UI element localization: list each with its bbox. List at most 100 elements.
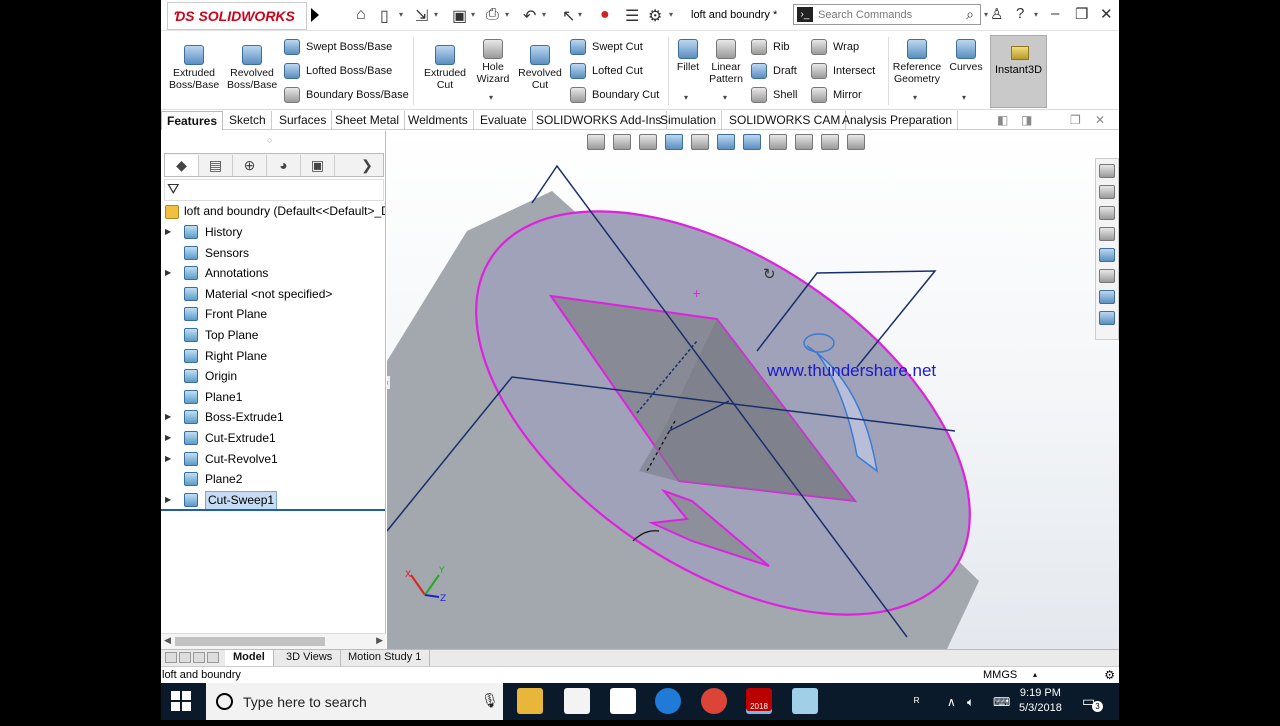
tile-window-icon[interactable]: ◧	[997, 113, 1008, 127]
tree-item-boss-extrude1[interactable]: ▶ Boss-Extrude1	[161, 407, 385, 427]
mail-app-icon[interactable]	[610, 688, 636, 714]
tree-item-top-plane[interactable]: Top Plane	[161, 325, 385, 345]
menu-expand-arrow-icon[interactable]	[311, 8, 319, 22]
tree-item-history[interactable]: ▶ History	[161, 222, 385, 242]
panel-grip-icon[interactable]: ○	[267, 135, 272, 145]
instant3d-button[interactable]: Instant3D	[990, 35, 1047, 108]
tab-solidworks-add-ins[interactable]: SOLIDWORKS Add-Ins	[531, 111, 668, 130]
custom-properties-icon[interactable]	[1099, 269, 1115, 283]
gemstone-app-icon[interactable]	[792, 688, 818, 714]
keyboard-icon[interactable]: ⌨	[993, 695, 1010, 709]
unit-system[interactable]: MMGS	[983, 669, 1017, 681]
select-icon[interactable]: ↖	[562, 6, 575, 26]
scroll-left-icon[interactable]: ◀	[164, 635, 171, 646]
revolved-cut-button[interactable]: Revolved Cut	[516, 45, 564, 91]
fillet-dropdown-icon[interactable]: ▾	[684, 93, 688, 102]
tree-item-cut-revolve1[interactable]: ▶ Cut-Revolve1	[161, 449, 385, 469]
expand-arrow-icon[interactable]: ▶	[165, 222, 171, 242]
last-tab-icon[interactable]	[207, 652, 219, 663]
boundary-cut-button[interactable]: Boundary Cut	[570, 87, 659, 103]
lofted-boss-button[interactable]: Lofted Boss/Base	[284, 63, 392, 79]
model-canvas[interactable]: + ↻ X Y Z	[387, 131, 1119, 649]
save-icon[interactable]: ▣	[452, 6, 467, 26]
scroll-right-icon[interactable]: ▶	[376, 635, 383, 646]
print-icon[interactable]: ⎙	[486, 6, 499, 24]
tree-item-plane1[interactable]: Plane1	[161, 387, 385, 407]
tree-item-front-plane[interactable]: Front Plane	[161, 304, 385, 324]
wrap-button[interactable]: Wrap	[811, 39, 859, 55]
close-icon[interactable]: ✕	[1100, 5, 1113, 23]
windows-start-icon[interactable]	[171, 691, 191, 711]
doc-close-icon[interactable]: ✕	[1095, 113, 1105, 127]
unit-system-dropdown-icon[interactable]: ▴	[1033, 670, 1037, 679]
edge-app-icon[interactable]	[655, 688, 681, 714]
tree-item-right-plane[interactable]: Right Plane	[161, 346, 385, 366]
graphics-area[interactable]: + ↻ X Y Z www.thundershare.net ‹	[387, 131, 1119, 649]
tab-3d-views[interactable]: 3D Views	[278, 650, 342, 666]
open-icon[interactable]: ⇲	[415, 6, 428, 26]
doc-restore-icon[interactable]: ❐	[1070, 113, 1081, 127]
options-gear-icon[interactable]: ⚙	[648, 6, 662, 26]
curves-dropdown-icon[interactable]: ▾	[962, 93, 966, 102]
configuration-manager-tab-icon[interactable]: ⊕	[233, 155, 267, 176]
home-icon[interactable]: ⌂	[356, 6, 366, 24]
tree-item-annotations[interactable]: ▶ Annotations	[161, 263, 385, 283]
draft-button[interactable]: Draft	[751, 63, 797, 79]
show-hidden-icons-icon[interactable]: ∧	[947, 695, 956, 709]
tree-item-cut-extrude1[interactable]: ▶ Cut-Extrude1	[161, 428, 385, 448]
minimize-icon[interactable]: –	[1051, 5, 1059, 22]
rebuild-icon[interactable]: ●	[600, 6, 610, 24]
tab-sheet-metal[interactable]: Sheet Metal	[330, 111, 406, 130]
tab-motion-study-1[interactable]: Motion Study 1	[340, 650, 431, 666]
fillet-button[interactable]: Fillet	[673, 39, 703, 73]
undo-dropdown-icon[interactable]: ▾	[542, 10, 546, 19]
lofted-cut-button[interactable]: Lofted Cut	[570, 63, 643, 79]
taskbar-clock[interactable]: 9:19 PM 5/3/2018	[1019, 686, 1062, 716]
chrome-app-icon[interactable]	[701, 688, 727, 714]
search-dropdown-icon[interactable]: ▾	[984, 10, 988, 19]
reference-geometry-button[interactable]: Reference Geometry	[891, 39, 943, 85]
extruded-cut-button[interactable]: Extruded Cut	[420, 45, 470, 91]
new-dropdown-icon[interactable]: ▾	[399, 10, 403, 19]
tab-solidworks-cam[interactable]: SOLIDWORKS CAM	[724, 111, 847, 130]
more-tabs-icon[interactable]: ❯	[351, 155, 383, 176]
tab-surfaces[interactable]: Surfaces	[274, 111, 333, 130]
tab-analysis-preparation[interactable]: Analysis Preparation	[837, 111, 959, 130]
prev-tab-icon[interactable]	[179, 652, 191, 663]
tab-simulation[interactable]: Simulation	[655, 111, 723, 130]
tree-horizontal-scrollbar[interactable]: ◀ ▶	[161, 633, 386, 649]
options-dropdown-icon[interactable]: ▾	[669, 10, 673, 19]
solidworks-app-icon[interactable]: 2018	[746, 688, 772, 714]
mirror-button[interactable]: Mirror	[811, 87, 862, 103]
filter-icon[interactable]: ⛛	[167, 181, 180, 198]
rollback-bar[interactable]	[161, 509, 385, 511]
file-explorer-icon[interactable]	[1099, 206, 1115, 220]
community-icon[interactable]	[1099, 311, 1115, 325]
intersect-button[interactable]: Intersect	[811, 63, 875, 79]
extruded-boss-button[interactable]: Extruded Boss/Base	[169, 45, 219, 91]
tree-filter[interactable]: ⛛	[164, 179, 384, 201]
reference-geometry-dropdown-icon[interactable]: ▾	[913, 93, 917, 102]
save-dropdown-icon[interactable]: ▾	[471, 10, 475, 19]
taskbar-search-box[interactable]: Type here to search 🎙︎	[206, 683, 503, 720]
expand-arrow-icon[interactable]: ▶	[165, 449, 171, 469]
tab-weldments[interactable]: Weldments	[403, 111, 474, 130]
hole-wizard-button[interactable]: Hole Wizard	[469, 39, 517, 85]
tree-item-plane2[interactable]: Plane2	[161, 469, 385, 489]
property-manager-tab-icon[interactable]: ▤	[199, 155, 233, 176]
microphone-icon[interactable]: 🎙︎	[481, 692, 499, 709]
shell-button[interactable]: Shell	[751, 87, 797, 103]
tree-item-material-not-specified[interactable]: Material <not specified>	[161, 284, 385, 304]
customize-status-icon[interactable]: ⚙	[1104, 668, 1115, 682]
expand-arrow-icon[interactable]: ▶	[165, 407, 171, 427]
tree-root-part[interactable]: loft and boundry (Default<<Default>_Di	[165, 204, 385, 219]
print-dropdown-icon[interactable]: ▾	[505, 10, 509, 19]
hole-wizard-dropdown-icon[interactable]: ▾	[489, 93, 493, 102]
tree-item-cut-sweep1[interactable]: ▶ Cut-Sweep1	[161, 490, 385, 510]
restore-icon[interactable]: ❐	[1075, 5, 1088, 23]
store-app-icon[interactable]	[564, 688, 590, 714]
swept-boss-button[interactable]: Swept Boss/Base	[284, 39, 392, 55]
user-account-icon[interactable]: ♙	[990, 5, 1003, 23]
tree-item-sensors[interactable]: Sensors	[161, 243, 385, 263]
solidworks-logo[interactable]: ƊS SOLIDWORKS	[167, 2, 307, 30]
